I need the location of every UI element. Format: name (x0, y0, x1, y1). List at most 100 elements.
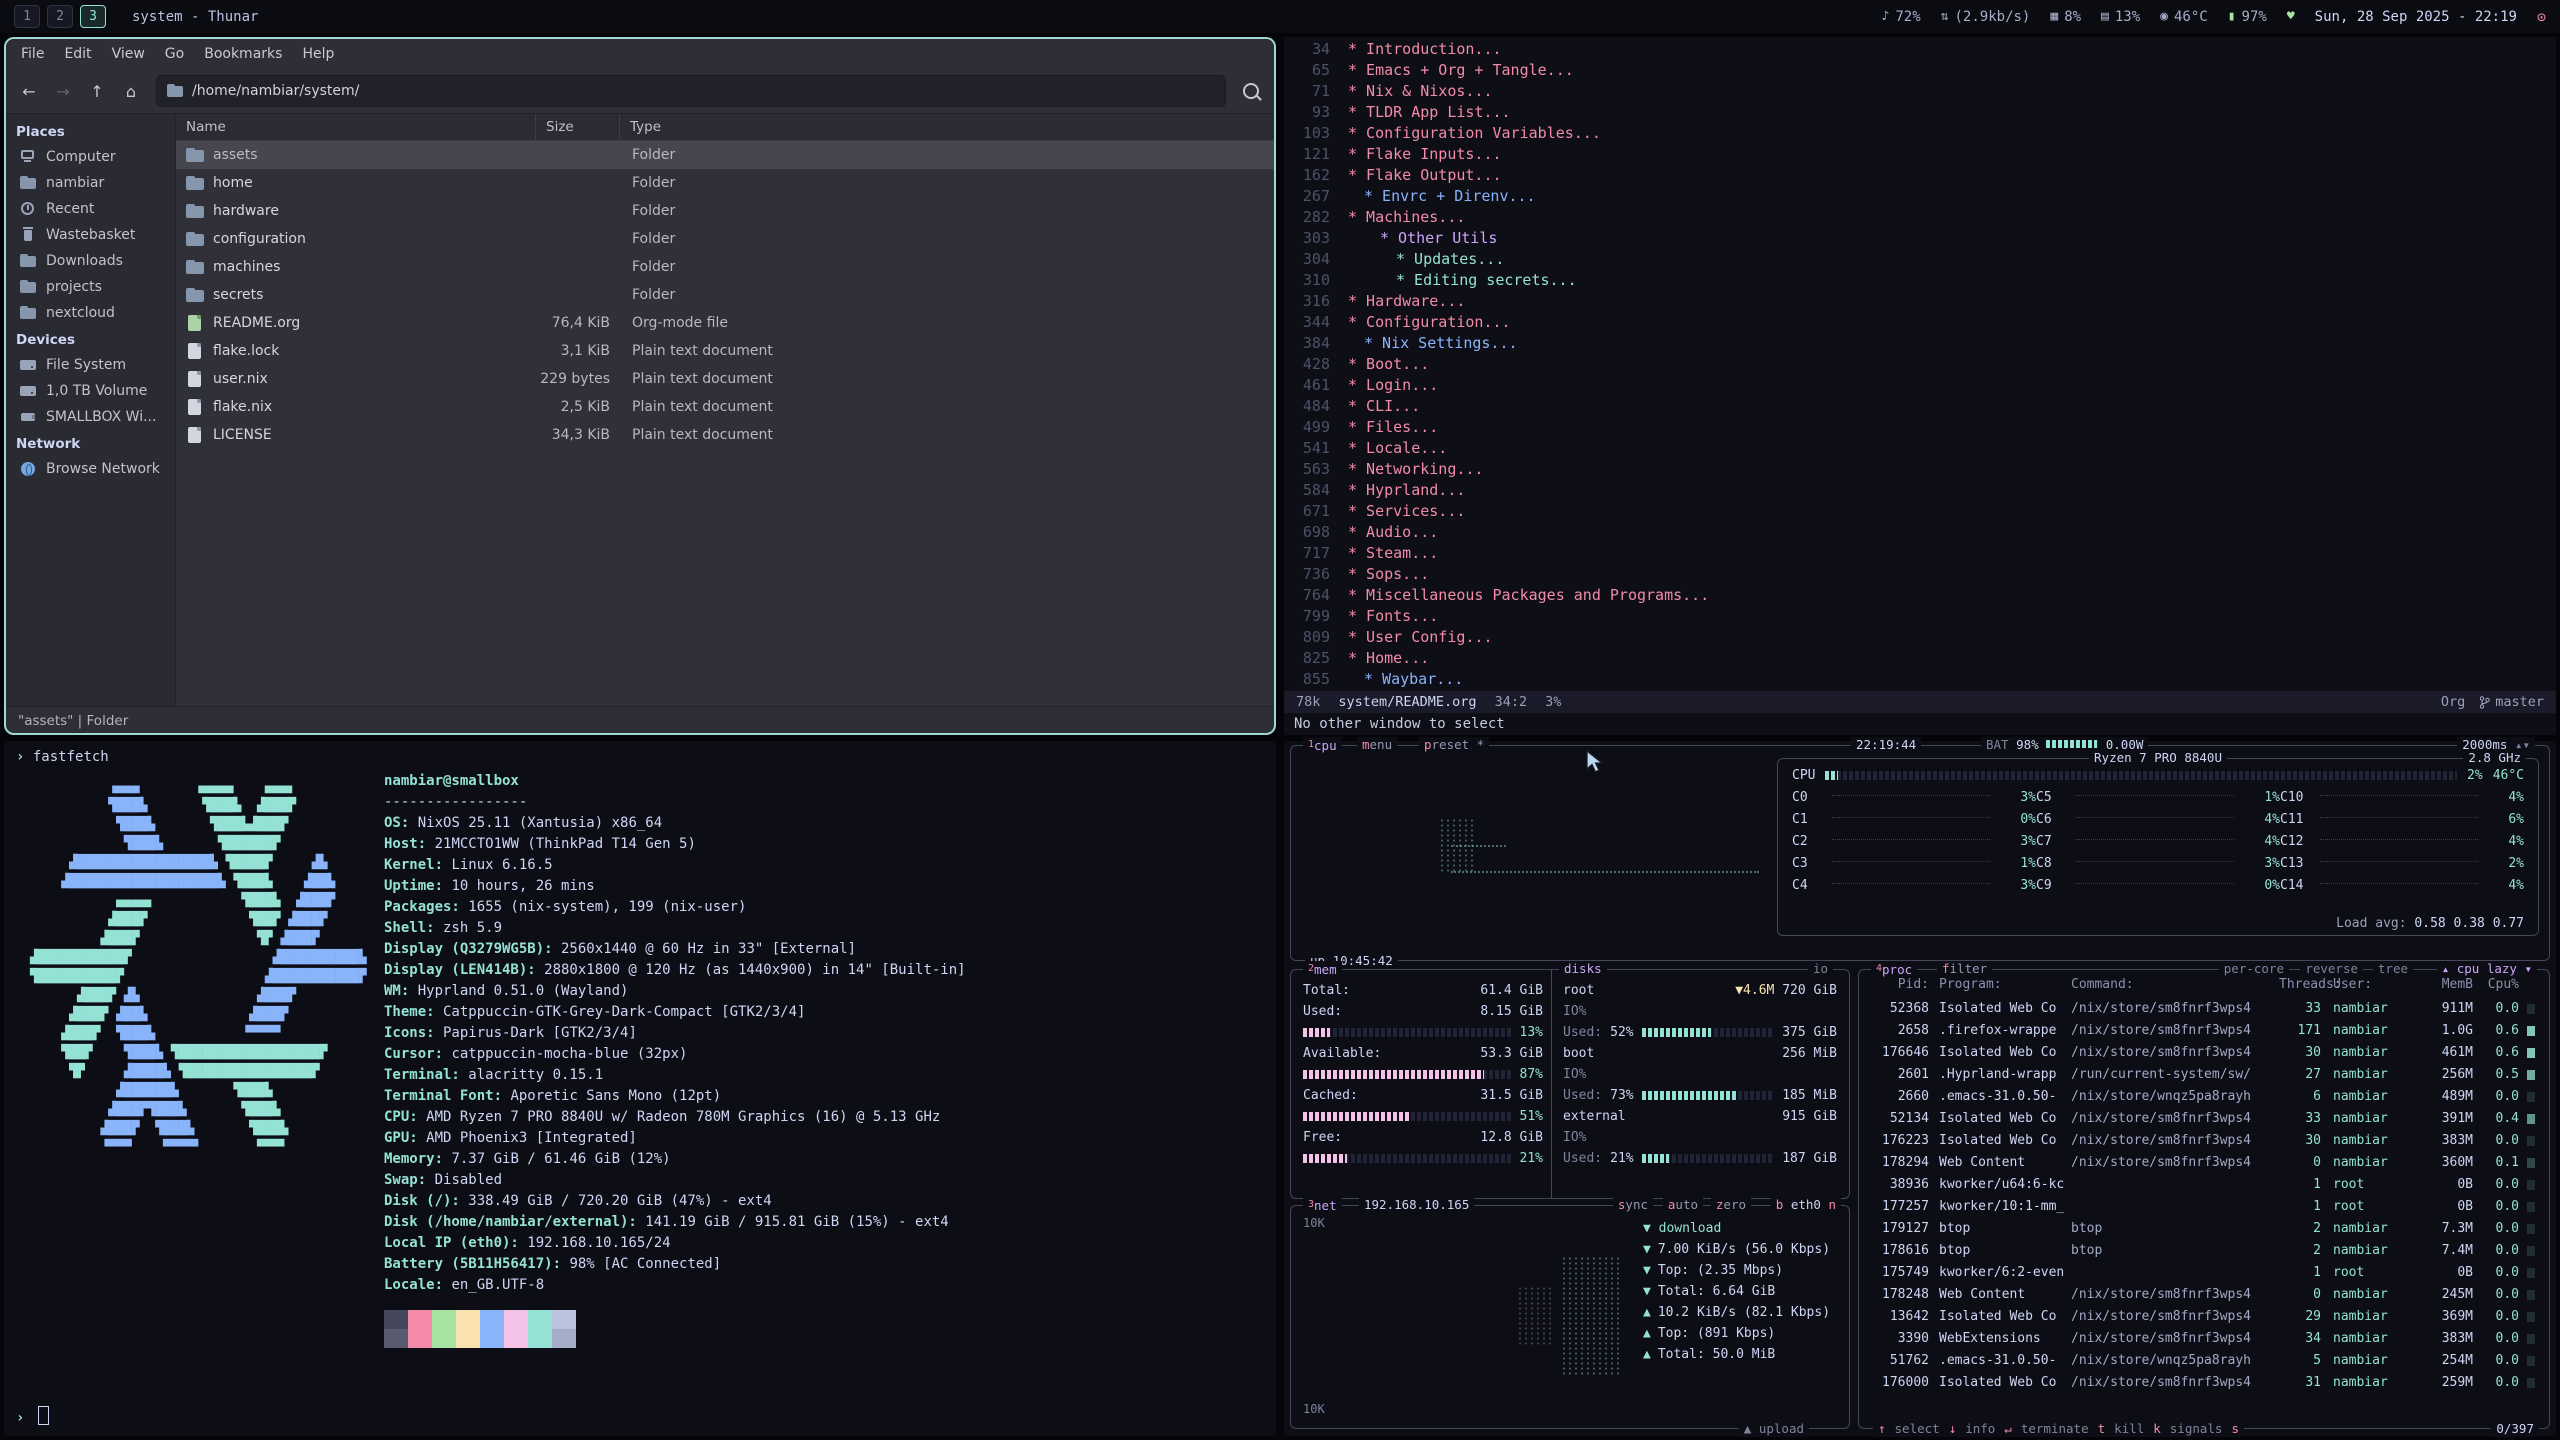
menu-button[interactable]: menu (1357, 737, 1397, 753)
org-heading-line[interactable]: 541* Locale... (1284, 438, 2556, 459)
preset-button[interactable]: preset * (1419, 737, 1489, 753)
process-row[interactable]: 13642Isolated Web Co/nix/store/sm8fnrf3w… (1859, 1306, 2549, 1328)
tray-network-speed[interactable]: ⇅(2.9kb/s) (1941, 9, 2031, 25)
org-heading-line[interactable]: 93* TLDR App List... (1284, 102, 2556, 123)
file-row[interactable]: configurationFolder (176, 225, 1274, 253)
org-heading-line[interactable]: 304* Updates... (1284, 249, 2556, 270)
sidebar-item-nextcloud[interactable]: nextcloud (6, 300, 175, 326)
process-row[interactable]: 176000Isolated Web Co/nix/store/sm8fnrf3… (1859, 1372, 2549, 1394)
menu-go[interactable]: Go (156, 43, 193, 65)
org-heading-line[interactable]: 855* Waybar... (1284, 669, 2556, 690)
org-heading-line[interactable]: 303* Other Utils (1284, 228, 2556, 249)
org-heading-line[interactable]: 310* Editing secrets... (1284, 270, 2556, 291)
column-header-type[interactable]: Type (620, 114, 1274, 140)
sidebar-item-browse-network[interactable]: Browse Network (6, 456, 175, 482)
file-row[interactable]: LICENSE34,3 KiBPlain text document (176, 421, 1274, 449)
process-row[interactable]: 52368Isolated Web Co/nix/store/sm8fnrf3w… (1859, 998, 2549, 1020)
org-heading-line[interactable]: 809* User Config... (1284, 627, 2556, 648)
column-header-size[interactable]: Size (536, 114, 620, 140)
sidebar-item-wastebasket[interactable]: Wastebasket (6, 222, 175, 248)
org-heading-line[interactable]: 671* Services... (1284, 501, 2556, 522)
file-row[interactable]: secretsFolder (176, 281, 1274, 309)
process-row[interactable]: 2601.Hyprland-wrapp/run/current-system/s… (1859, 1064, 2549, 1086)
org-heading-line[interactable]: 825* Home... (1284, 648, 2556, 669)
file-row[interactable]: hardwareFolder (176, 197, 1274, 225)
org-heading-line[interactable]: 461* Login... (1284, 375, 2556, 396)
org-heading-line[interactable]: 717* Steam... (1284, 543, 2556, 564)
menu-file[interactable]: File (12, 43, 53, 65)
sidebar-item-nambiar[interactable]: nambiar (6, 170, 175, 196)
file-row[interactable]: machinesFolder (176, 253, 1274, 281)
forward-button[interactable]: → (48, 76, 78, 106)
tray-heart[interactable]: ♥ (2287, 9, 2295, 24)
process-row[interactable]: 52134Isolated Web Co/nix/store/sm8fnrf3w… (1859, 1108, 2549, 1130)
org-heading-line[interactable]: 34* Introduction... (1284, 39, 2556, 60)
sidebar-item-smallbox-wi-[interactable]: SMALLBOX Wi... (6, 404, 175, 430)
org-heading-line[interactable]: 799* Fonts... (1284, 606, 2556, 627)
workspace-3[interactable]: 3 (80, 5, 106, 28)
org-heading-line[interactable]: 121* Flake Inputs... (1284, 144, 2556, 165)
org-heading-line[interactable]: 584* Hyprland... (1284, 480, 2556, 501)
process-row[interactable]: 178294Web Content/nix/store/sm8fnrf3wps4… (1859, 1152, 2549, 1174)
net-auto-button[interactable]: auto (1663, 1197, 1703, 1213)
process-row[interactable]: 2660.emacs-31.0.50-/nix/store/wnqz5pa8ra… (1859, 1086, 2549, 1108)
workspace-1[interactable]: 1 (14, 5, 40, 28)
org-heading-line[interactable]: 267* Envrc + Direnv... (1284, 186, 2556, 207)
org-buffer[interactable]: 34* Introduction...65* Emacs + Org + Tan… (1284, 39, 2556, 691)
file-row[interactable]: assetsFolder (176, 141, 1274, 169)
net-sync-button[interactable]: sync (1613, 1197, 1653, 1213)
file-row[interactable]: flake.lock3,1 KiBPlain text document (176, 337, 1274, 365)
proc-footer-keys[interactable]: ↑select↓info↵terminatetkillksignalss (1873, 1421, 2244, 1437)
footer-key[interactable]: k (2153, 1421, 2161, 1437)
file-row[interactable]: homeFolder (176, 169, 1274, 197)
column-header-name[interactable]: Name (176, 114, 536, 140)
reverse-toggle[interactable]: reverse (2300, 961, 2363, 977)
org-heading-line[interactable]: 282* Machines... (1284, 207, 2556, 228)
sidebar-item-file-system[interactable]: File System (6, 352, 175, 378)
org-heading-line[interactable]: 71* Nix & Nixos... (1284, 81, 2556, 102)
sidebar-item-computer[interactable]: Computer (6, 144, 175, 170)
footer-key[interactable]: ↑ (1878, 1421, 1886, 1437)
org-heading-line[interactable]: 316* Hardware... (1284, 291, 2556, 312)
back-button[interactable]: ← (14, 76, 44, 106)
footer-key[interactable]: t (2098, 1421, 2106, 1437)
path-bar[interactable]: /home/nambiar/system/ (156, 75, 1226, 107)
tray-temperature[interactable]: ◉46°C (2160, 9, 2208, 25)
tray-volume[interactable]: ♪72% (1882, 9, 1921, 25)
terminal-window[interactable]: › fastfetch ▗▄▄▄ ▗▄▄▄▄ ▄▄▄▖ ▜███▙ ▜███▙ … (4, 741, 1276, 1436)
footer-key[interactable]: ↵ (2004, 1421, 2012, 1437)
home-button[interactable]: ⌂ (116, 76, 146, 106)
footer-key[interactable]: s (2231, 1421, 2239, 1437)
org-heading-line[interactable]: 428* Boot... (1284, 354, 2556, 375)
process-row[interactable]: 178248Web Content/nix/store/sm8fnrf3wps4… (1859, 1284, 2549, 1306)
process-row[interactable]: 179127btopbtop2nambiar7.3M0.0 (1859, 1218, 2549, 1240)
footer-key[interactable]: ↓ (1949, 1421, 1957, 1437)
net-interface[interactable]: b eth0 n (1771, 1197, 1841, 1213)
tree-toggle[interactable]: tree (2373, 961, 2413, 977)
per-core-toggle[interactable]: per-core (2219, 961, 2289, 977)
file-row[interactable]: flake.nix2,5 KiBPlain text document (176, 393, 1274, 421)
org-heading-line[interactable]: 344* Configuration... (1284, 312, 2556, 333)
org-heading-line[interactable]: 162* Flake Output... (1284, 165, 2556, 186)
process-row[interactable]: 178616btopbtop2nambiar7.4M0.0 (1859, 1240, 2549, 1262)
process-row[interactable]: 38936kworker/u64:6-kc1root0B0.0 (1859, 1174, 2549, 1196)
clock[interactable]: Sun, 28 Sep 2025 - 22:19 (2315, 9, 2517, 25)
file-row[interactable]: user.nix229 bytesPlain text document (176, 365, 1274, 393)
sidebar-item-downloads[interactable]: Downloads (6, 248, 175, 274)
up-button[interactable]: ↑ (82, 76, 112, 106)
sidebar-item-recent[interactable]: Recent (6, 196, 175, 222)
tray-battery[interactable]: ▮97% (2228, 9, 2267, 25)
org-heading-line[interactable]: 65* Emacs + Org + Tangle... (1284, 60, 2556, 81)
org-heading-line[interactable]: 698* Audio... (1284, 522, 2556, 543)
net-zero-button[interactable]: zero (1711, 1197, 1751, 1213)
sidebar-item-1-0-tb-volume[interactable]: 1,0 TB Volume (6, 378, 175, 404)
menu-bookmarks[interactable]: Bookmarks (195, 43, 291, 65)
menu-edit[interactable]: Edit (55, 43, 100, 65)
tray-cpu-usage[interactable]: ▦8% (2050, 9, 2081, 25)
workspace-2[interactable]: 2 (47, 5, 73, 28)
org-heading-line[interactable]: 736* Sops... (1284, 564, 2556, 585)
process-row[interactable]: 177257kworker/10:1-mm_1root0B0.0 (1859, 1196, 2549, 1218)
power-icon[interactable]: ⊙ (2537, 8, 2546, 26)
process-row[interactable]: 175749kworker/6:2-even1root0B0.0 (1859, 1262, 2549, 1284)
tray-memory-usage[interactable]: ▤13% (2101, 9, 2140, 25)
